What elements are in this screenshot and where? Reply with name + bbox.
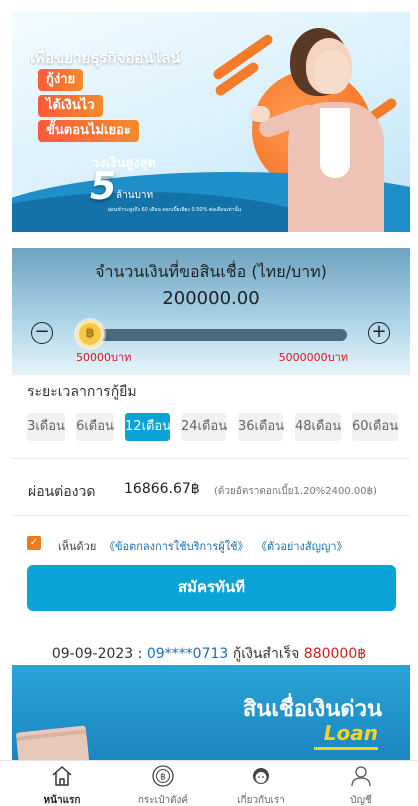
nav-about[interactable]: เกี่ยวกับเรา (211, 761, 311, 806)
support-icon (253, 768, 269, 784)
terms-of-service-link[interactable]: 《ข้อตกลงการใช้บริการผู้ใช้》 (104, 537, 249, 555)
period-option-12[interactable]: 12เดือน (125, 413, 171, 441)
loan-amount-title: จำนวนเงินที่ขอสินเชื่อ (ไทย/บาท) (95, 262, 327, 281)
svg-text:฿: ฿ (160, 773, 166, 783)
installment-value: 16866.67฿ (124, 481, 200, 497)
ticker-date: 09-09-2023 (51, 646, 134, 662)
nav-account[interactable]: บัญชี (311, 761, 411, 806)
loan-amount-panel: จำนวนเงินที่ขอสินเชื่อ (ไทย/บาท) 200000.… (12, 248, 410, 374)
nav-about-label: เกี่ยวกับเรา (237, 795, 285, 806)
banner-limit-unit: ล้านบาท (116, 190, 154, 201)
ticker-amount: 880000฿ (303, 646, 367, 662)
agree-label: เห็นด้วย (58, 540, 97, 553)
period-option-6[interactable]: 6เดือน (76, 413, 114, 441)
loan-period-label: ระยะเวลาการกู้ยืม (27, 384, 137, 400)
nav-home[interactable]: หน้าแรก (12, 761, 112, 806)
amount-slider-thumb[interactable]: ฿ (76, 320, 105, 348)
sample-contract-link[interactable]: 《ตัวอย่างสัญญา》 (256, 537, 348, 555)
period-option-3[interactable]: 3เดือน (27, 413, 65, 441)
period-option-36[interactable]: 36เดือน (238, 413, 284, 441)
promo-subtitle: Loan (323, 721, 378, 745)
promo-underline (314, 747, 378, 750)
period-option-48[interactable]: 48เดือน (295, 413, 341, 441)
section-divider (12, 458, 410, 459)
hero-banner[interactable]: เพื่อขยายธุรกิจออนไลน์ กู้ง่าย ได้เงินไว… (12, 12, 410, 232)
amount-slider-track[interactable] (76, 329, 347, 341)
agree-checkbox[interactable]: ✓ (27, 536, 41, 550)
banner-pill-steps: ขั้นตอนไม่เยอะ (38, 120, 139, 142)
banner-limit-number: 5 (90, 164, 117, 208)
amount-min-label: 50000บาท (76, 351, 132, 364)
success-ticker: 09-09-2023 : 09****0713 กู้เงินสำเร็จ 88… (0, 643, 418, 665)
banner-tagline: เพื่อขยายธุรกิจออนไลน์ (30, 49, 181, 67)
nav-account-label: บัญชี (350, 795, 372, 806)
section-divider (12, 515, 410, 516)
loan-amount-value: 200000.00 (162, 288, 260, 309)
home-icon (52, 766, 72, 786)
ticker-separator: : (133, 646, 147, 662)
ticker-phone: 09****0713 (146, 646, 229, 662)
wallet-icon: ฿ (152, 765, 174, 787)
nav-wallet-label: กระเป๋าตังค์ (137, 795, 189, 806)
apply-now-button[interactable]: สมัครทันที (27, 565, 396, 611)
period-option-60[interactable]: 60เดือน (352, 413, 398, 441)
nav-wallet[interactable]: ฿ กระเป๋าตังค์ (113, 761, 213, 806)
installment-label: ผ่อนต่องวด (28, 484, 96, 500)
user-icon (351, 766, 371, 787)
bottom-navigation: หน้าแรก ฿ กระเป๋าตังค์ เกี่ยวกับเรา บัญช… (0, 760, 418, 806)
increase-amount-button[interactable]: + (368, 322, 390, 344)
promo-banner[interactable]: สินเชื่อเงินด่วน Loan (12, 665, 410, 760)
banner-pill-easy: กู้ง่าย (38, 69, 84, 91)
cash-stack-illustration (16, 733, 90, 760)
decrease-amount-button[interactable]: − (31, 322, 53, 344)
banner-fineprint: ผ่อนชำระสูงถึง 60 เดือน ดอกเบี้ยเพียง 0.… (108, 207, 242, 213)
banner-model-illustration (250, 32, 390, 232)
installment-interest-note: (ด้วยอัตราดอกเบี้ย1.20%2400.00฿) (214, 486, 377, 497)
ticker-message: กู้เงินสำเร็จ (228, 646, 304, 662)
section-divider (12, 374, 410, 375)
amount-max-label: 5000000บาท (278, 351, 348, 364)
nav-home-label: หน้าแรก (43, 795, 81, 806)
period-option-24[interactable]: 24เดือน (181, 413, 227, 441)
banner-pill-fast: ได้เงินไว (38, 95, 103, 117)
